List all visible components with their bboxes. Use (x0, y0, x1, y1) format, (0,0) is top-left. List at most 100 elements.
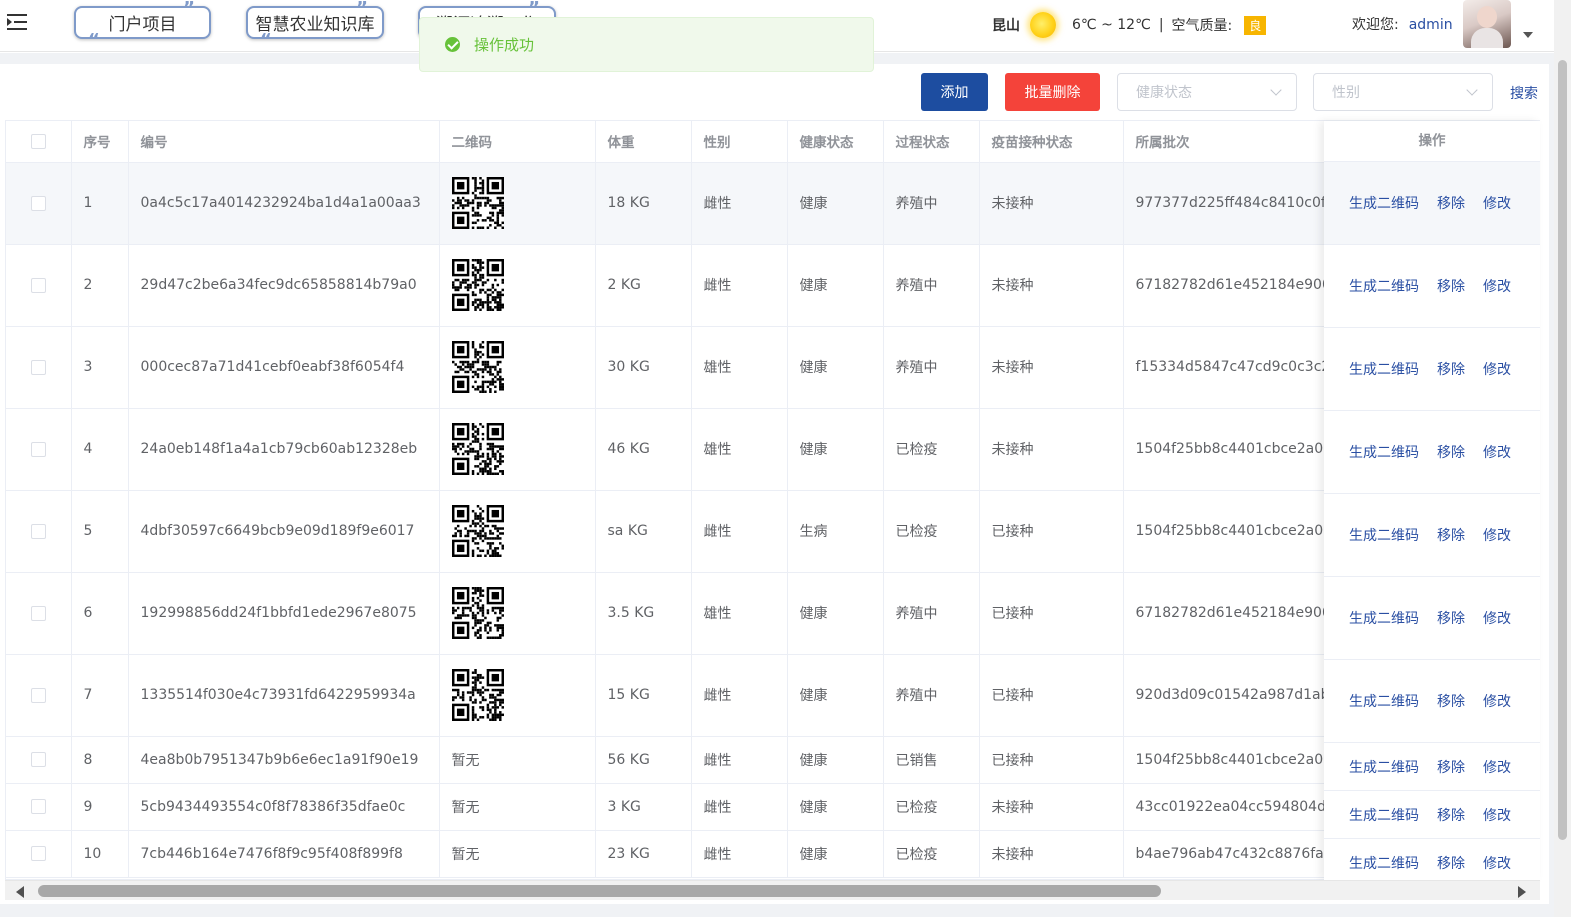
remove-button[interactable]: 移除 (1437, 276, 1465, 296)
edit-button[interactable]: 修改 (1483, 442, 1511, 462)
username[interactable]: admin (1409, 17, 1453, 33)
search-button[interactable]: 搜索 (1510, 83, 1538, 103)
row-checkbox[interactable] (30, 441, 46, 457)
health-status-select[interactable]: 健康状态 (1117, 73, 1297, 111)
cell-gender: 雌性 (691, 783, 788, 831)
batch-delete-button[interactable]: 批量删除 (1005, 73, 1100, 111)
row-checkbox[interactable] (30, 277, 46, 293)
remove-button[interactable]: 移除 (1437, 193, 1465, 213)
row-checkbox[interactable] (30, 523, 46, 539)
remove-button[interactable]: 移除 (1437, 853, 1465, 873)
table-row: 1 0a4c5c17a4014232924ba1d4a1a00aa3 18 KG 雌性… (6, 162, 1539, 245)
cell-vaccine: 已接种 (979, 736, 1124, 784)
table-row: 10 7cb446b164e7476f8f9c95f408f899f8 暂无 23 K… (6, 830, 1539, 878)
cell-weight: sa KG (595, 490, 692, 573)
select-all-checkbox[interactable] (30, 133, 46, 149)
row-checkbox[interactable] (30, 752, 46, 767)
edit-button[interactable]: 修改 (1483, 359, 1511, 379)
cell-vaccine: 未接种 (979, 162, 1124, 245)
remove-button[interactable]: 移除 (1437, 691, 1465, 711)
cell-weight: 30 KG (595, 326, 692, 409)
cell-index: 9 (71, 783, 129, 831)
row-checkbox[interactable] (30, 799, 46, 814)
generate-qr-button[interactable]: 生成二维码 (1349, 193, 1419, 213)
row-checkbox[interactable] (30, 359, 46, 375)
cell-batch: 920d3d09c01542a987d1ab36 (1123, 654, 1328, 737)
edit-button[interactable]: 修改 (1483, 608, 1511, 628)
generate-qr-button[interactable]: 生成二维码 (1349, 805, 1419, 825)
generate-qr-button[interactable]: 生成二维码 (1349, 691, 1419, 711)
generate-qr-button[interactable]: 生成二维码 (1349, 608, 1419, 628)
menu-fold-icon[interactable] (7, 12, 29, 32)
cell-gender: 雌性 (691, 736, 788, 784)
chevron-down-icon (1466, 84, 1478, 96)
avatar[interactable] (1463, 0, 1511, 48)
generate-qr-button[interactable]: 生成二维码 (1349, 359, 1419, 379)
col-header-batch: 所属批次 (1123, 121, 1328, 163)
actions-cell: 生成二维码 移除 修改 (1324, 162, 1540, 245)
remove-button[interactable]: 移除 (1437, 525, 1465, 545)
nav-button-portal[interactable]: 门户项目 (74, 0, 211, 51)
horizontal-scrollbar-thumb[interactable] (38, 885, 1161, 897)
cell-qr: 暂无 (439, 736, 596, 784)
cell-batch: 977377d225ff484c8410c0f18c (1123, 162, 1328, 245)
row-checkbox[interactable] (30, 195, 46, 211)
edit-button[interactable]: 修改 (1483, 276, 1511, 296)
cell-process: 已检疫 (883, 783, 980, 831)
cell-code: 7cb446b164e7476f8f9c95f408f899f8 (128, 830, 440, 878)
cell-index: 1 (71, 162, 129, 245)
row-checkbox[interactable] (30, 846, 46, 861)
vertical-scrollbar[interactable] (1554, 0, 1571, 917)
row-select-cell (6, 326, 72, 409)
cell-batch: 43cc01922ea04cc594804d34 (1123, 783, 1328, 831)
cell-weight: 2 KG (595, 244, 692, 327)
cell-qr (439, 326, 596, 409)
scroll-left-arrow-icon[interactable] (16, 886, 24, 898)
edit-button[interactable]: 修改 (1483, 691, 1511, 711)
qr-code-image (451, 259, 504, 311)
remove-button[interactable]: 移除 (1437, 757, 1465, 777)
row-select-cell (6, 244, 72, 327)
caret-down-icon[interactable] (1523, 32, 1533, 38)
cell-index: 10 (71, 830, 129, 878)
generate-qr-button[interactable]: 生成二维码 (1349, 442, 1419, 462)
air-quality-badge: 良 (1244, 15, 1267, 35)
generate-qr-button[interactable]: 生成二维码 (1349, 853, 1419, 873)
table-row: 5 4dbf30597c6649bcb9e09d189f9e6017 sa KG 雌性… (6, 490, 1539, 573)
edit-button[interactable]: 修改 (1483, 757, 1511, 777)
cell-vaccine: 已接种 (979, 572, 1124, 655)
edit-button[interactable]: 修改 (1483, 853, 1511, 873)
cell-health: 健康 (787, 162, 884, 245)
generate-qr-button[interactable]: 生成二维码 (1349, 525, 1419, 545)
edit-button[interactable]: 修改 (1483, 525, 1511, 545)
nav-button-knowledge-base[interactable]: 智慧农业知识库 (246, 0, 384, 51)
cell-vaccine: 未接种 (979, 408, 1124, 491)
cell-process: 养殖中 (883, 572, 980, 655)
vertical-scrollbar-thumb[interactable] (1558, 60, 1567, 840)
table-row: 3 000cec87a71d41cebf0eabf38f6054f4 30 KG 雄性… (6, 326, 1539, 409)
generate-qr-button[interactable]: 生成二维码 (1349, 276, 1419, 296)
weather-separator: | (1158, 17, 1164, 33)
remove-button[interactable]: 移除 (1437, 359, 1465, 379)
toast-message: 操作成功 (474, 36, 535, 54)
remove-button[interactable]: 移除 (1437, 805, 1465, 825)
remove-button[interactable]: 移除 (1437, 442, 1465, 462)
edit-button[interactable]: 修改 (1483, 805, 1511, 825)
success-toast: 操作成功 (419, 17, 874, 72)
horizontal-scrollbar[interactable] (5, 880, 1540, 900)
generate-qr-button[interactable]: 生成二维码 (1349, 757, 1419, 777)
cell-health: 健康 (787, 783, 884, 831)
edit-button[interactable]: 修改 (1483, 193, 1511, 213)
row-checkbox[interactable] (30, 605, 46, 621)
qr-code-image (451, 669, 504, 721)
gender-select[interactable]: 性别 (1313, 73, 1493, 111)
cell-batch: 1504f25bb8c4401cbce2a06df (1123, 408, 1328, 491)
remove-button[interactable]: 移除 (1437, 608, 1465, 628)
row-checkbox[interactable] (30, 687, 46, 703)
cell-health: 健康 (787, 408, 884, 491)
scroll-right-arrow-icon[interactable] (1518, 886, 1526, 898)
qr-code-image (451, 341, 504, 393)
add-button[interactable]: 添加 (921, 73, 988, 111)
table-row: 8 4ea8b0b7951347b9b6e6ec1a91f90e19 暂无 56 KG… (6, 736, 1539, 784)
col-header-gender: 性别 (691, 121, 788, 163)
